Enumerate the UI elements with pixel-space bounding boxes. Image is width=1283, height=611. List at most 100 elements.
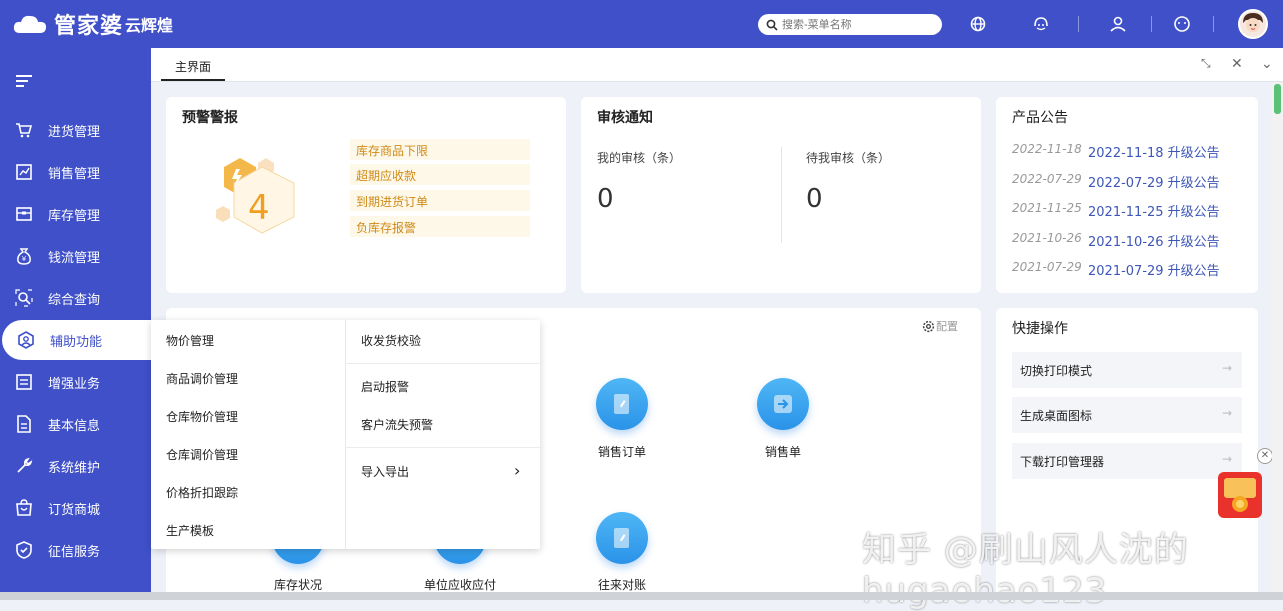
submenu-item[interactable]: 物价管理 (166, 332, 214, 349)
submenu-item[interactable]: 仓库调价管理 (166, 446, 238, 463)
quick-op-label: 切换打印模式 (1020, 364, 1093, 378)
account-reconcile-label: 往来对账 (597, 578, 646, 592)
menu-search[interactable] (758, 14, 942, 35)
sidebar-item-label: 进货管理 (48, 124, 101, 140)
arrow-right-icon: → (1221, 361, 1232, 375)
submenu-item[interactable]: 导入导出 (361, 463, 409, 480)
user-icon[interactable] (1108, 14, 1128, 34)
submenu-item[interactable]: 启动报警 (361, 378, 409, 395)
sidebar-item-9[interactable]: 系统维护 (0, 446, 151, 486)
brand-name: 管家婆 (54, 14, 124, 39)
sidebar-item-1[interactable]: 进货管理 (0, 110, 151, 150)
tab-main[interactable]: 主界面 (161, 58, 226, 81)
sidebar-item-11[interactable]: 征信服务 (0, 530, 151, 570)
announcement-item[interactable]: 2021-10-26 2021-10-26 升级公告 (1012, 231, 1220, 250)
assist-icon (16, 330, 36, 350)
submenu-item[interactable]: 生产模板 (166, 522, 214, 539)
announcement-item[interactable]: 2021-11-25 2021-11-25 升级公告 (1012, 201, 1220, 220)
announcement-link[interactable]: 2022-07-29 升级公告 (1088, 172, 1220, 191)
sidebar-item-label: 征信服务 (48, 544, 101, 560)
shield-icon (14, 540, 34, 560)
sidebar-item-3[interactable]: 库存管理 (0, 194, 151, 234)
sidebar-item-7[interactable]: 增强业务 (0, 362, 151, 402)
taskbar (0, 592, 1283, 600)
close-promo-icon[interactable]: ✕ (1257, 448, 1273, 464)
announcement-link[interactable]: 2022-11-18 升级公告 (1088, 142, 1220, 161)
submenu-item[interactable]: 收发货校验 (361, 332, 421, 349)
chevron-down-icon[interactable]: ⌄ (1261, 56, 1273, 72)
quick-op-label: 生成桌面图标 (1020, 409, 1093, 423)
announcement-link[interactable]: 2021-10-26 升级公告 (1088, 231, 1220, 250)
quick-op-item[interactable]: 切换打印模式 → (1012, 352, 1242, 388)
my-audit-label: 我的审核（条） (597, 151, 682, 165)
quick-op-item[interactable]: 生成桌面图标 → (1012, 397, 1242, 433)
menu-toggle-icon[interactable] (16, 74, 34, 88)
submenu-item[interactable]: 商品调价管理 (166, 370, 238, 387)
sidebar-item-5[interactable]: 综合查询 (0, 278, 151, 318)
submenu-divider (346, 363, 540, 364)
announcement-link[interactable]: 2021-11-25 升级公告 (1088, 201, 1220, 220)
sidebar-item-label: 系统维护 (48, 460, 101, 476)
submenu-divider (346, 447, 540, 448)
config-label: 配置 (936, 320, 958, 333)
sidebar-item-10[interactable]: 订货商城 (0, 488, 151, 528)
submenu-item[interactable]: 客户流失预警 (361, 416, 433, 433)
fullscreen-icon[interactable]: ⤡ (1201, 56, 1211, 71)
announcement-item[interactable]: 2021-07-29 2021-07-29 升级公告 (1012, 260, 1220, 279)
arrow-right-icon: → (1221, 406, 1232, 420)
sidebar-item-label: 订货商城 (48, 502, 101, 518)
sidebar-item-label: 钱流管理 (48, 250, 101, 266)
pending-audit-count[interactable]: 0 (806, 184, 823, 214)
sales-order-button[interactable] (596, 378, 648, 430)
quick-op-label: 下载打印管理器 (1020, 455, 1105, 469)
warning-link[interactable]: 到期进货订单 (350, 190, 530, 211)
scrollbar-thumb[interactable] (1274, 84, 1281, 114)
globe-icon[interactable] (968, 14, 988, 34)
announcement-date: 2022-11-18 (1012, 142, 1082, 156)
audit-title: 审核通知 (597, 110, 653, 126)
sales-order-label: 销售订单 (597, 445, 646, 459)
export-icon (774, 395, 792, 413)
scrollbar[interactable] (1272, 82, 1283, 600)
quick-op-item[interactable]: 下载打印管理器 → (1012, 443, 1242, 479)
warning-count: 4 (248, 188, 270, 228)
toolbar-divider (1078, 16, 1079, 32)
quick-ops-title: 快捷操作 (1012, 321, 1068, 337)
warning-link[interactable]: 库存商品下限 (350, 139, 530, 160)
sidebar-item-2[interactable]: 销售管理 (0, 152, 151, 192)
warning-link[interactable]: 超期应收款 (350, 164, 530, 185)
submenu-item[interactable]: 价格折扣跟踪 (166, 484, 238, 501)
message-icon[interactable] (1172, 14, 1192, 34)
submenu-item[interactable]: 仓库物价管理 (166, 408, 238, 425)
avatar[interactable] (1238, 9, 1268, 39)
my-audit-count[interactable]: 0 (597, 184, 614, 214)
announcement-link[interactable]: 2021-07-29 升级公告 (1088, 260, 1220, 279)
toolbar-divider (1213, 16, 1214, 32)
warning-link[interactable]: 负库存报警 (350, 216, 530, 237)
sidebar-item-label: 综合查询 (48, 292, 101, 308)
sidebar-item-8[interactable]: 基本信息 (0, 404, 151, 444)
receivable-payable-label: 单位应收应付 (423, 578, 496, 592)
chart-icon (14, 162, 34, 182)
gear-icon (922, 320, 935, 332)
warning-title: 预警警报 (182, 110, 238, 126)
cart-icon (14, 120, 34, 140)
announcement-title: 产品公告 (1012, 110, 1068, 126)
submenu-divider (345, 320, 346, 549)
sales-bill-button[interactable] (757, 378, 809, 430)
service-icon[interactable] (1031, 14, 1051, 34)
cloud-logo-icon (13, 15, 46, 33)
account-reconcile-button[interactable] (596, 512, 648, 564)
pending-audit-label: 待我审核（条） (806, 151, 891, 165)
inventory-status-label: 库存状况 (273, 578, 322, 592)
wrench-icon (14, 456, 34, 476)
search-input[interactable] (782, 18, 932, 31)
sidebar-item-4[interactable]: ¥ 钱流管理 (0, 236, 151, 276)
close-icon[interactable]: ✕ (1231, 56, 1243, 72)
announcement-item[interactable]: 2022-07-29 2022-07-29 升级公告 (1012, 172, 1220, 191)
sidebar-item-label: 增强业务 (48, 376, 101, 392)
sidebar-item-6[interactable]: 辅助功能 (2, 320, 153, 360)
red-packet-icon[interactable] (1214, 466, 1274, 522)
config-button[interactable]: 配置 (921, 318, 958, 334)
announcement-item[interactable]: 2022-11-18 2022-11-18 升级公告 (1012, 142, 1220, 161)
